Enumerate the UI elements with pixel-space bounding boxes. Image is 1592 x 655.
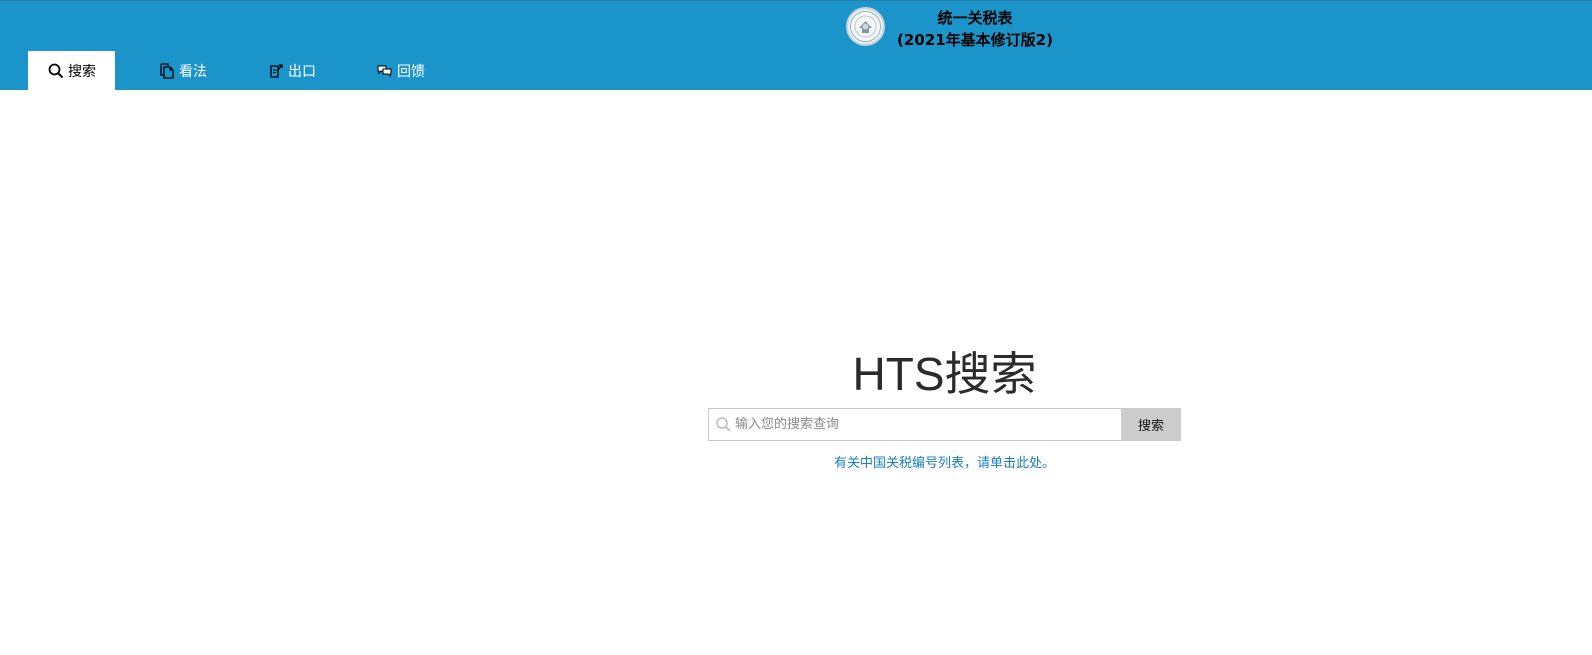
search-box	[708, 408, 1122, 441]
site-title-line1: 统一关税表	[937, 9, 1013, 27]
search-button[interactable]: 搜索	[1121, 408, 1181, 441]
documents-icon	[158, 62, 176, 80]
china-tariff-list-link[interactable]: 有关中国关税编号列表，请单击此处。	[708, 452, 1181, 471]
tab-search[interactable]: 搜索	[28, 51, 115, 91]
tab-feedback[interactable]: 回馈	[376, 51, 425, 91]
tab-views[interactable]: 看法	[158, 51, 207, 91]
search-icon	[47, 62, 65, 80]
tab-search-label: 搜索	[68, 64, 96, 80]
top-header: 统一关税表 (2021年基本修订版2) 搜索 看法 出口 回馈	[0, 0, 1592, 91]
search-input[interactable]	[735, 409, 1115, 440]
tab-views-label: 看法	[179, 64, 207, 80]
tab-export-label: 出口	[288, 64, 316, 80]
site-title-line2: (2021年基本修订版2)	[897, 31, 1053, 49]
search-input-icon	[715, 416, 733, 434]
page-title: HTS搜索	[852, 348, 1037, 400]
export-icon	[267, 62, 285, 80]
tab-feedback-label: 回馈	[397, 64, 425, 80]
feedback-icon	[376, 62, 394, 80]
tab-export[interactable]: 出口	[267, 51, 316, 91]
site-title: 统一关税表 (2021年基本修订版2)	[880, 7, 1070, 51]
